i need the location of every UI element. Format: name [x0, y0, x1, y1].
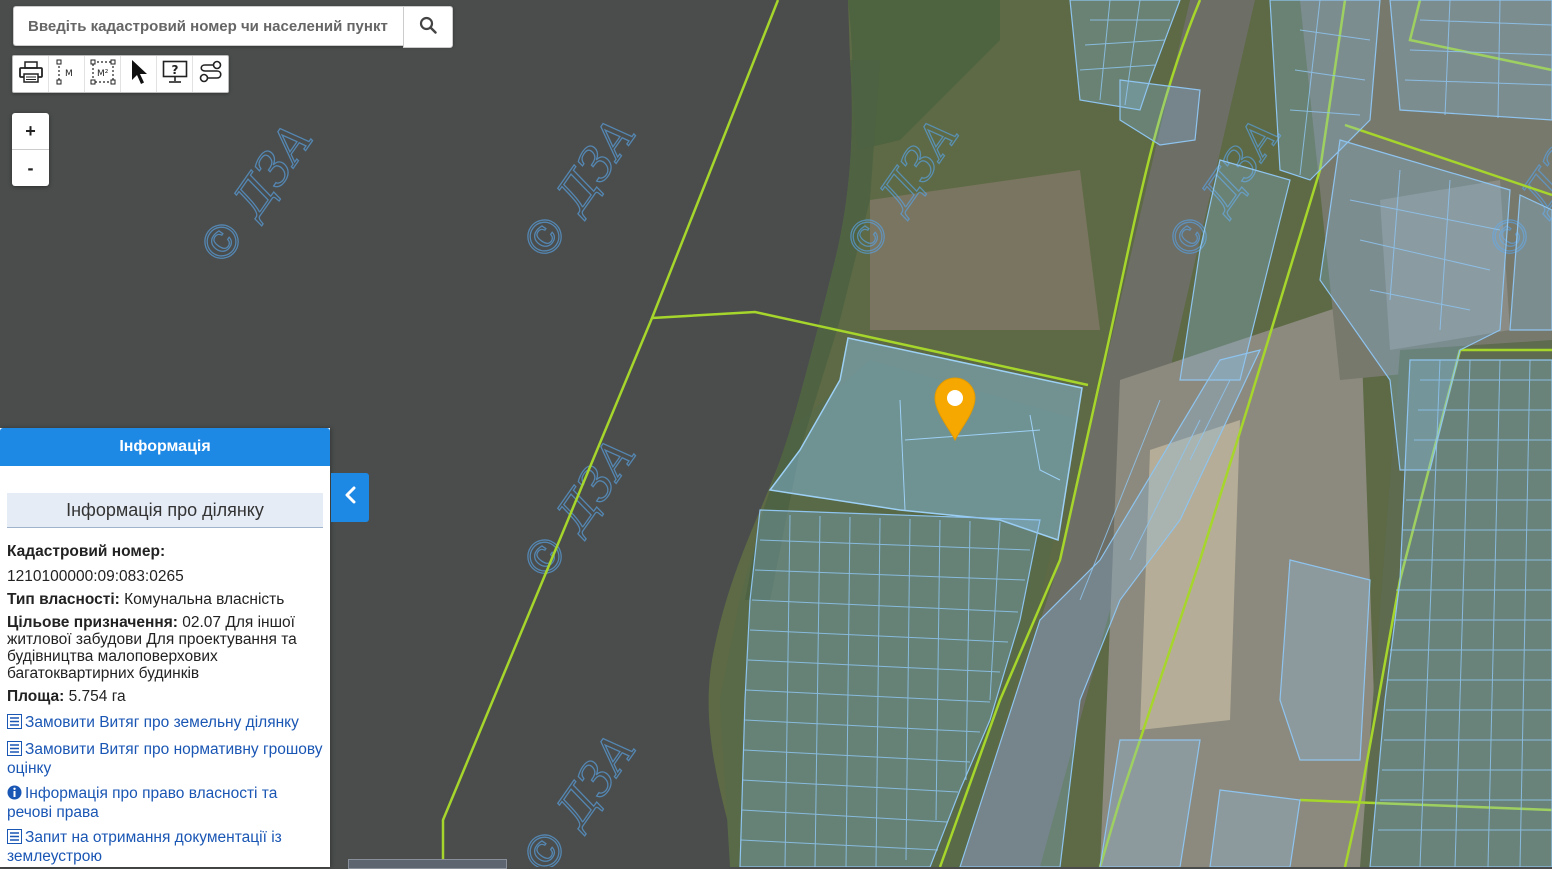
ownership-rights-link-text: Інформація про право власності та речові…: [7, 785, 278, 821]
purpose-row: Цільове призначення: 02.07 Для іншої жит…: [7, 614, 323, 682]
documentation-request-link-text: Запит на отримання документації із земле…: [7, 829, 282, 865]
list-icon: [7, 741, 22, 760]
scale-bar: [348, 859, 507, 869]
zoom-control: + -: [12, 113, 49, 186]
info-icon: [7, 785, 22, 804]
search-button[interactable]: [403, 6, 453, 48]
order-valuation-link[interactable]: Замовити Витяг про нормативну грошову оц…: [7, 741, 323, 777]
search-input[interactable]: [13, 6, 403, 46]
select-cursor-button[interactable]: [121, 56, 157, 92]
info-panel-body: Інформація про ділянку Кадастровий номер…: [0, 466, 330, 865]
measure-distance-icon: M: [55, 59, 79, 90]
measure-area-button[interactable]: M²: [85, 56, 121, 92]
area-row: Площа: 5.754 га: [7, 688, 323, 705]
svg-text:?: ?: [171, 63, 178, 77]
info-panel-header: Інформація: [0, 428, 330, 466]
route-button[interactable]: [193, 56, 228, 92]
svg-text:M²: M²: [97, 69, 109, 79]
map-toolbar: M M² ?: [12, 55, 229, 93]
identify-help-button[interactable]: ?: [157, 56, 193, 92]
info-panel: Інформація Інформація про ділянку Кадаст…: [0, 428, 330, 867]
ownership-label: Тип власності:: [7, 591, 120, 608]
order-extract-link[interactable]: Замовити Витяг про земельну ділянку: [7, 714, 323, 733]
ownership-value: Комунальна власність: [124, 591, 285, 608]
cadastral-number-label: Кадастровий номер:: [7, 543, 166, 560]
purpose-label: Цільове призначення:: [7, 614, 178, 631]
section-title: Інформація про ділянку: [7, 493, 323, 528]
print-icon: [18, 60, 43, 88]
search-icon: [419, 16, 437, 39]
chevron-left-icon: [343, 486, 357, 509]
identify-help-icon: ?: [162, 60, 188, 89]
list-icon: [7, 829, 22, 848]
search-bar: [13, 6, 453, 48]
svg-text:M: M: [65, 69, 73, 79]
ownership-rights-link[interactable]: Інформація про право власності та речові…: [7, 785, 323, 821]
documentation-request-link[interactable]: Запит на отримання документації із земле…: [7, 829, 323, 865]
area-value: 5.754 га: [68, 688, 126, 705]
print-button[interactable]: [13, 56, 49, 92]
area-label: Площа:: [7, 688, 65, 705]
collapse-panel-button[interactable]: [331, 473, 369, 522]
zoom-out-button[interactable]: -: [12, 149, 49, 186]
cadastral-number-row: Кадастровий номер: 1210100000:09:083:026…: [7, 543, 323, 585]
zoom-in-button[interactable]: +: [12, 113, 49, 149]
cursor-icon: [130, 59, 148, 90]
measure-area-icon: M²: [90, 59, 116, 90]
order-extract-link-text: Замовити Витяг про земельну ділянку: [25, 714, 299, 731]
list-icon: [7, 714, 22, 733]
measure-distance-button[interactable]: M: [49, 56, 85, 92]
ownership-row: Тип власності: Комунальна власність: [7, 591, 323, 608]
cadastral-number-value: 1210100000:09:083:0265: [7, 568, 184, 585]
route-icon: [198, 60, 224, 89]
order-valuation-link-text: Замовити Витяг про нормативну грошову оц…: [7, 741, 323, 777]
